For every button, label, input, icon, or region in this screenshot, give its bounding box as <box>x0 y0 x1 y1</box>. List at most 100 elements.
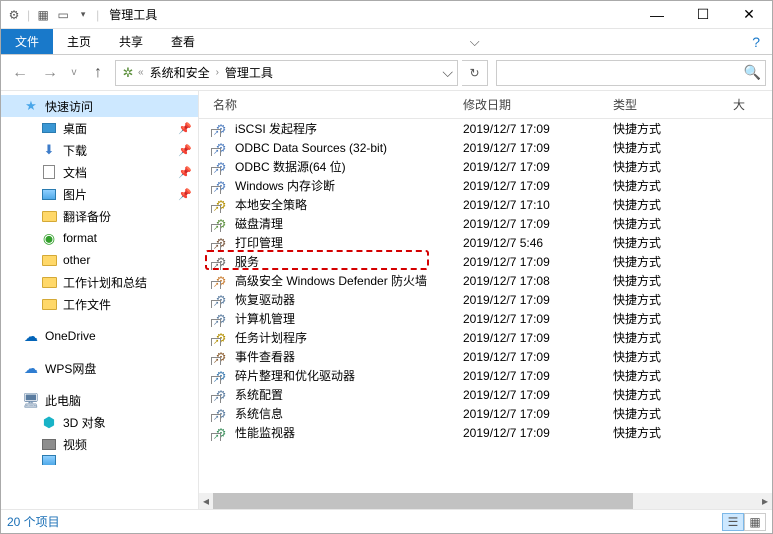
search-icon[interactable]: 🔍 <box>744 64 761 81</box>
folder-icon <box>41 252 57 268</box>
sidebar-desktop[interactable]: 桌面 📌 <box>1 117 198 139</box>
sidebar-3d-objects[interactable]: ⬢ 3D 对象 <box>1 411 198 433</box>
properties-icon[interactable]: ▦ <box>34 6 52 24</box>
file-row[interactable]: ⚙本地安全策略2019/12/7 17:10快捷方式 <box>199 195 772 214</box>
help-button[interactable]: ? <box>740 29 772 54</box>
shortcut-icon: ⚙ <box>213 311 229 327</box>
horizontal-scrollbar[interactable]: ◂ ▸ <box>199 493 772 509</box>
column-size[interactable]: 大 <box>725 96 772 113</box>
shortcut-icon: ⚙ <box>213 121 229 137</box>
new-folder-icon[interactable]: ▭ <box>54 6 72 24</box>
nav-back-button[interactable]: ← <box>7 60 33 86</box>
tab-share[interactable]: 共享 <box>105 29 157 54</box>
file-date: 2019/12/7 17:09 <box>457 426 605 440</box>
maximize-button[interactable]: ☐ <box>680 1 726 29</box>
shortcut-icon: ⚙ <box>213 159 229 175</box>
file-row[interactable]: ⚙高级安全 Windows Defender 防火墙2019/12/7 17:0… <box>199 271 772 290</box>
sidebar-more[interactable] <box>1 455 198 465</box>
file-row[interactable]: ⚙系统信息2019/12/7 17:09快捷方式 <box>199 404 772 423</box>
sidebar-downloads[interactable]: ⬇ 下载 📌 <box>1 139 198 161</box>
nav-history-dropdown[interactable]: v <box>67 60 81 86</box>
file-row[interactable]: ⚙计算机管理2019/12/7 17:09快捷方式 <box>199 309 772 328</box>
sidebar-other[interactable]: other <box>1 249 198 271</box>
shortcut-icon: ⚙ <box>213 330 229 346</box>
quick-access-toolbar: ⚙ | ▦ ▭ ▾ | 管理工具 <box>1 6 157 24</box>
file-row[interactable]: ⚙事件查看器2019/12/7 17:09快捷方式 <box>199 347 772 366</box>
nav-up-button[interactable]: ↑ <box>85 60 111 86</box>
minimize-button[interactable]: — <box>634 1 680 29</box>
sidebar-workplan[interactable]: 工作计划和总结 <box>1 271 198 293</box>
sidebar-label: 工作文件 <box>63 296 111 313</box>
close-button[interactable]: ✕ <box>726 1 772 29</box>
details-view-button[interactable]: ☰ <box>722 513 744 531</box>
column-date[interactable]: 修改日期 <box>457 96 605 113</box>
sidebar-onedrive[interactable]: ☁ OneDrive <box>1 325 198 347</box>
file-type: 快捷方式 <box>605 329 725 346</box>
folder-tools-icon: ⚙ <box>5 6 23 24</box>
file-row[interactable]: ⚙Windows 内存诊断2019/12/7 17:09快捷方式 <box>199 176 772 195</box>
file-row[interactable]: ⚙恢复驱动器2019/12/7 17:09快捷方式 <box>199 290 772 309</box>
breadcrumb-prefix-sep[interactable]: « <box>138 67 144 78</box>
address-bar[interactable]: ✲ « 系统和安全 › 管理工具 ⌵ <box>115 60 458 86</box>
sidebar-label: 翻译备份 <box>63 208 111 225</box>
file-date: 2019/12/7 17:09 <box>457 160 605 174</box>
file-row[interactable]: ⚙ODBC Data Sources (32-bit)2019/12/7 17:… <box>199 138 772 157</box>
sidebar-workfiles[interactable]: 工作文件 <box>1 293 198 315</box>
file-list[interactable]: ⚙iSCSI 发起程序2019/12/7 17:09快捷方式⚙ODBC Data… <box>199 119 772 493</box>
file-name-cell: ⚙高级安全 Windows Defender 防火墙 <box>199 272 457 289</box>
breadcrumb-sep-icon[interactable]: › <box>216 67 219 78</box>
file-name: 磁盘清理 <box>235 215 283 232</box>
nav-forward-button[interactable]: → <box>37 60 63 86</box>
search-box[interactable]: 🔍 <box>496 60 766 86</box>
breadcrumb-item-0[interactable]: 系统和安全 <box>146 64 214 81</box>
file-type: 快捷方式 <box>605 158 725 175</box>
column-name[interactable]: 名称 <box>199 96 457 113</box>
sidebar-quick-access[interactable]: ★ 快速访问 <box>1 95 198 117</box>
breadcrumb-item-1[interactable]: 管理工具 <box>221 64 277 81</box>
file-row[interactable]: ⚙碎片整理和优化驱动器2019/12/7 17:09快捷方式 <box>199 366 772 385</box>
file-date: 2019/12/7 17:09 <box>457 312 605 326</box>
file-date: 2019/12/7 17:10 <box>457 198 605 212</box>
file-row[interactable]: ⚙ODBC 数据源(64 位)2019/12/7 17:09快捷方式 <box>199 157 772 176</box>
file-row[interactable]: ⚙iSCSI 发起程序2019/12/7 17:09快捷方式 <box>199 119 772 138</box>
file-date: 2019/12/7 17:09 <box>457 255 605 269</box>
file-name-cell: ⚙系统信息 <box>199 405 457 422</box>
sidebar-thispc[interactable]: 🖥 此电脑 <box>1 389 198 411</box>
qat-dropdown-icon[interactable]: ▾ <box>74 6 92 24</box>
file-row[interactable]: ⚙系统配置2019/12/7 17:09快捷方式 <box>199 385 772 404</box>
file-row[interactable]: ⚙打印管理2019/12/7 5:46快捷方式 <box>199 233 772 252</box>
file-row[interactable]: ⚙磁盘清理2019/12/7 17:09快捷方式 <box>199 214 772 233</box>
refresh-button[interactable]: ↻ <box>462 60 488 86</box>
sidebar-videos[interactable]: 视频 <box>1 433 198 455</box>
file-row[interactable]: ⚙性能监视器2019/12/7 17:09快捷方式 <box>199 423 772 442</box>
shortcut-icon: ⚙ <box>213 235 229 251</box>
star-icon: ★ <box>23 98 39 114</box>
sidebar-fanyi[interactable]: 翻译备份 <box>1 205 198 227</box>
file-name: 系统信息 <box>235 405 283 422</box>
file-type: 快捷方式 <box>605 139 725 156</box>
pictures-icon <box>41 186 57 202</box>
shortcut-icon: ⚙ <box>213 254 229 270</box>
ribbon-expand-icon[interactable]: ⌵ <box>458 29 492 54</box>
column-type[interactable]: 类型 <box>605 96 725 113</box>
tab-file[interactable]: 文件 <box>1 29 53 54</box>
file-type: 快捷方式 <box>605 272 725 289</box>
sidebar-documents[interactable]: 文档 📌 <box>1 161 198 183</box>
sidebar-wps[interactable]: ☁ WPS网盘 <box>1 357 198 379</box>
address-dropdown-icon[interactable]: ⌵ <box>442 64 453 81</box>
shortcut-icon: ⚙ <box>213 216 229 232</box>
file-name: 系统配置 <box>235 386 283 403</box>
file-row[interactable]: ⚙任务计划程序2019/12/7 17:09快捷方式 <box>199 328 772 347</box>
icons-view-button[interactable]: ▦ <box>744 513 766 531</box>
tab-view[interactable]: 查看 <box>157 29 209 54</box>
file-name: 本地安全策略 <box>235 196 307 213</box>
sidebar-pictures[interactable]: 图片 📌 <box>1 183 198 205</box>
search-input[interactable] <box>501 65 744 81</box>
sidebar-format[interactable]: ◉ format <box>1 227 198 249</box>
file-date: 2019/12/7 17:09 <box>457 122 605 136</box>
navigation-pane[interactable]: ★ 快速访问 桌面 📌 ⬇ 下载 📌 文档 📌 图片 📌 <box>1 91 199 509</box>
file-row[interactable]: ⚙服务2019/12/7 17:09快捷方式 <box>199 252 772 271</box>
tab-home[interactable]: 主页 <box>53 29 105 54</box>
sidebar-label: OneDrive <box>45 329 96 343</box>
file-name-cell: ⚙Windows 内存诊断 <box>199 177 457 194</box>
